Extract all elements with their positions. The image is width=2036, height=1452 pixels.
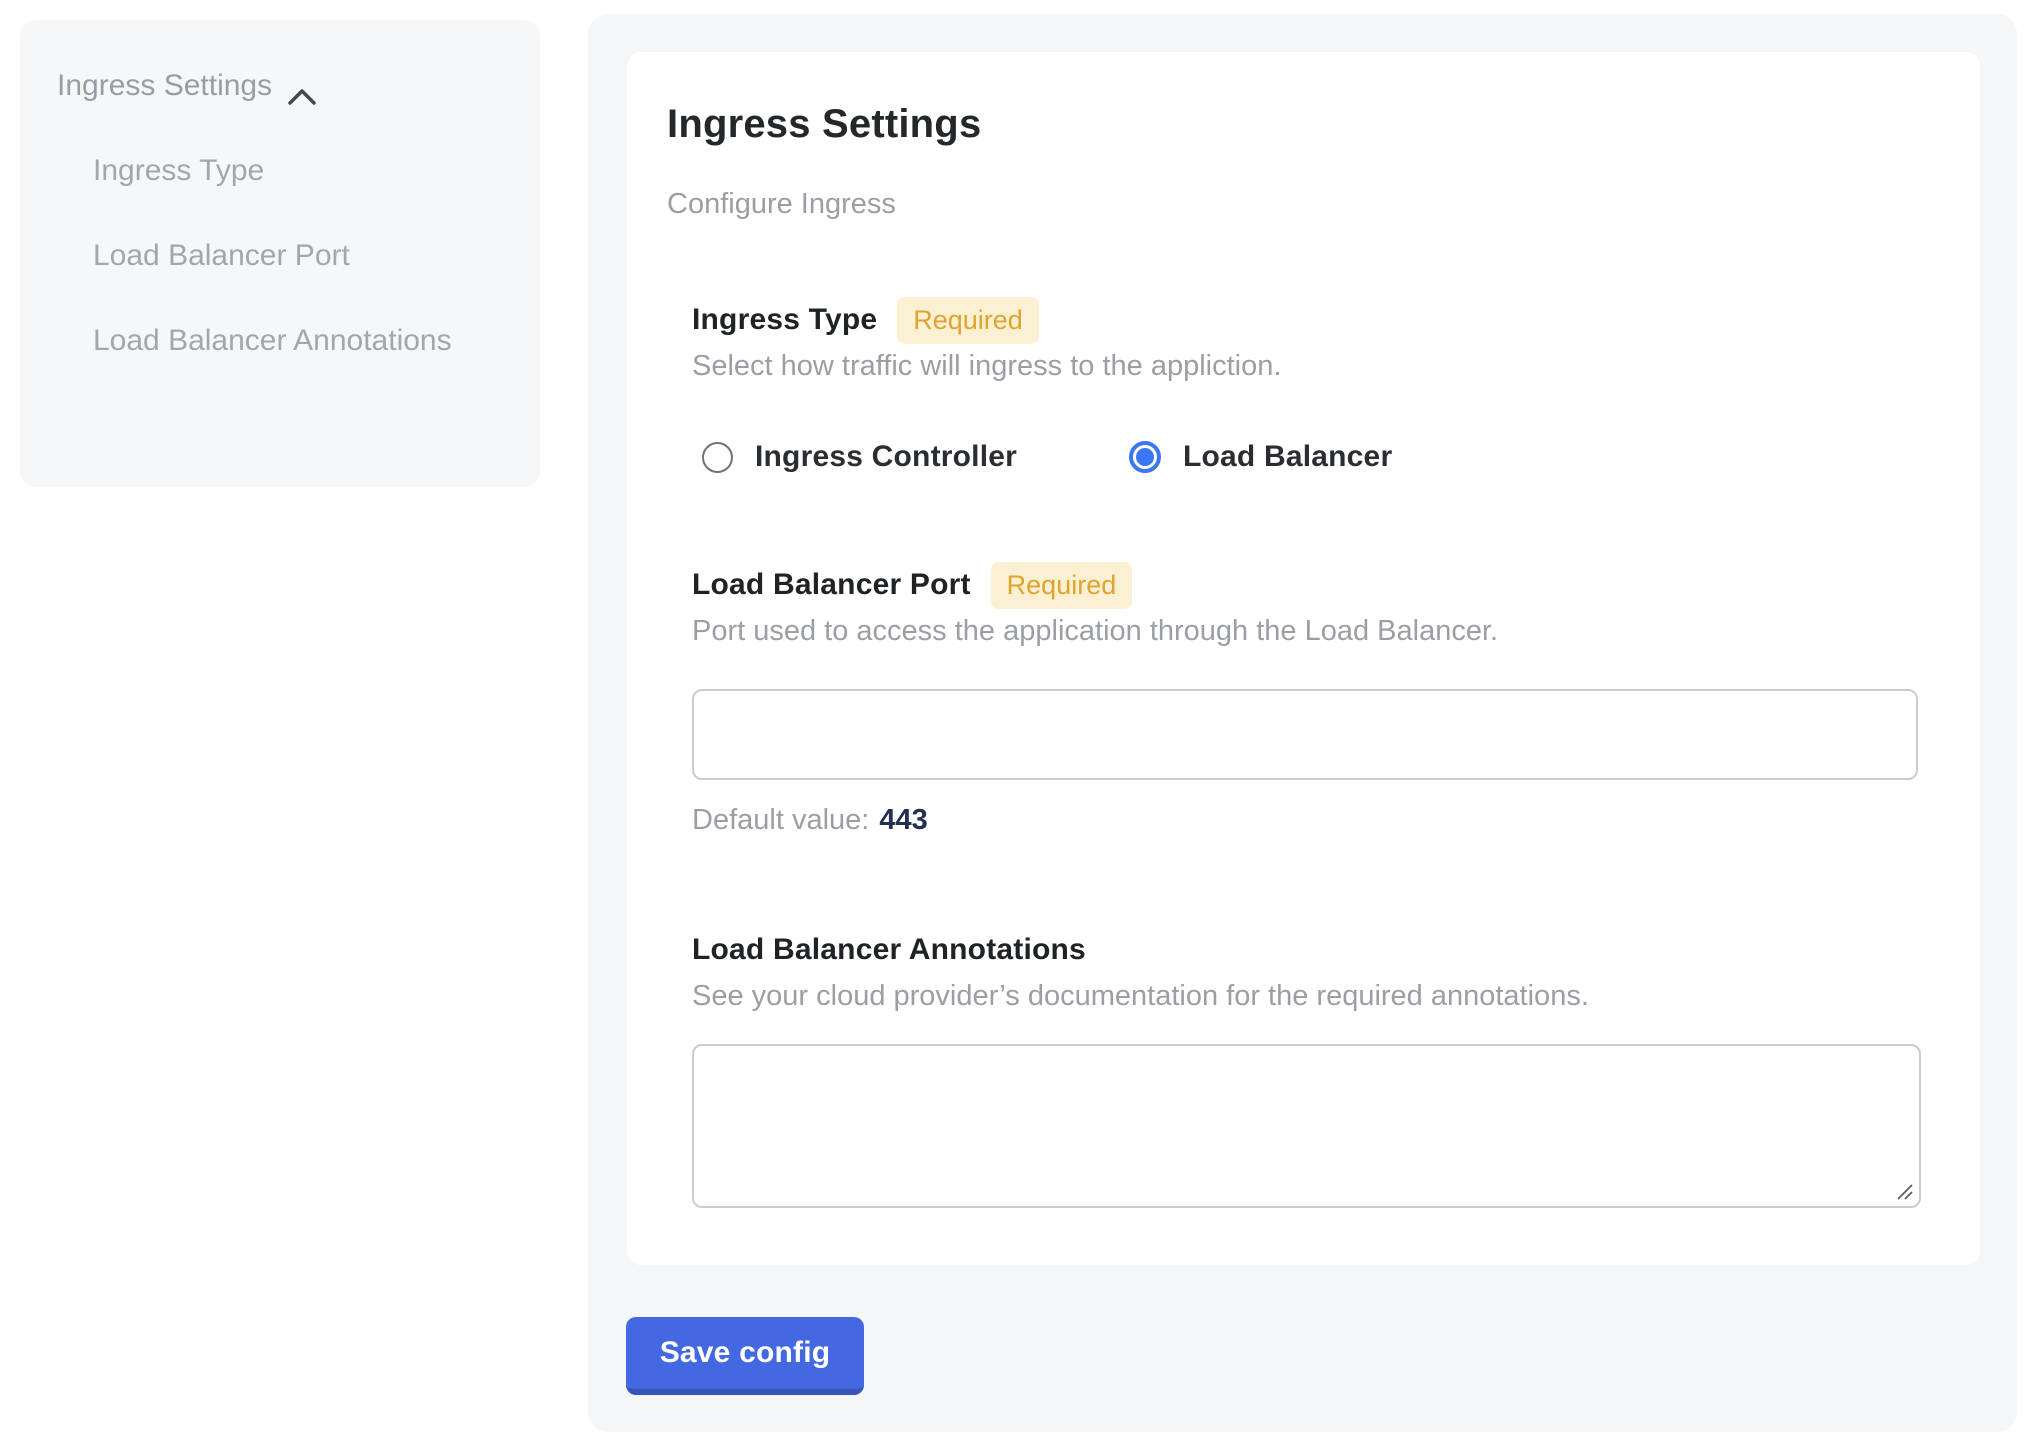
load-balancer-port-description: Port used to access the application thro… (692, 613, 1918, 649)
sidebar-group-ingress-settings[interactable]: Ingress Settings (57, 66, 510, 106)
load-balancer-annotations-wrap (692, 1044, 1921, 1208)
load-balancer-port-label-row: Load Balancer Port Required (692, 561, 1918, 609)
default-value-number: 443 (879, 804, 927, 836)
radio-option-load-balancer[interactable]: Load Balancer (1129, 440, 1392, 474)
ingress-type-description: Select how traffic will ingress to the a… (692, 348, 1918, 384)
required-badge: Required (897, 297, 1039, 344)
page-title: Ingress Settings (667, 100, 1918, 148)
default-value-label: Default value: (692, 804, 869, 836)
sidebar-item-list: Ingress Type Load Balancer Port Load Bal… (93, 142, 510, 370)
sidebar-item-ingress-type[interactable]: Ingress Type (93, 142, 453, 200)
load-balancer-annotations-description: See your cloud provider’s documentation … (692, 978, 1918, 1014)
ingress-form: Ingress Type Required Select how traffic… (692, 296, 1918, 1208)
radio-label-ingress-controller[interactable]: Ingress Controller (755, 440, 1017, 474)
default-value-row: Default value: 443 (692, 802, 1918, 838)
sidebar-group-label: Ingress Settings (57, 66, 272, 106)
load-balancer-annotations-textarea[interactable] (692, 1044, 1921, 1208)
ingress-type-label-row: Ingress Type Required (692, 296, 1918, 344)
radio-unchecked-icon[interactable] (702, 442, 733, 473)
load-balancer-annotations-label: Load Balancer Annotations (692, 933, 1086, 967)
save-config-button[interactable]: Save config (626, 1317, 864, 1395)
chevron-up-icon (286, 78, 318, 98)
radio-checked-icon[interactable] (1129, 441, 1161, 473)
page-subtitle: Configure Ingress (667, 186, 1918, 222)
sidebar-item-load-balancer-port[interactable]: Load Balancer Port (93, 227, 453, 285)
radio-label-load-balancer[interactable]: Load Balancer (1183, 440, 1392, 474)
settings-sidebar: Ingress Settings Ingress Type Load Balan… (20, 20, 540, 487)
required-badge: Required (991, 562, 1133, 609)
ingress-settings-panel: Ingress Settings Configure Ingress Ingre… (588, 14, 2017, 1432)
ingress-type-label: Ingress Type (692, 303, 877, 337)
sidebar-item-load-balancer-annotations[interactable]: Load Balancer Annotations (93, 312, 453, 370)
field-ingress-type: Ingress Type Required Select how traffic… (692, 296, 1918, 474)
load-balancer-port-input[interactable] (692, 689, 1918, 780)
ingress-type-options: Ingress Controller Load Balancer (702, 440, 1918, 474)
field-load-balancer-port: Load Balancer Port Required Port used to… (692, 561, 1918, 838)
load-balancer-port-label: Load Balancer Port (692, 568, 971, 602)
resize-handle-icon[interactable] (1896, 1183, 1914, 1201)
ingress-settings-card: Ingress Settings Configure Ingress Ingre… (627, 52, 1980, 1265)
radio-option-ingress-controller[interactable]: Ingress Controller (702, 440, 1017, 474)
load-balancer-annotations-label-row: Load Balancer Annotations (692, 926, 1918, 974)
radio-dot (1136, 448, 1154, 466)
field-load-balancer-annotations: Load Balancer Annotations See your cloud… (692, 926, 1918, 1208)
